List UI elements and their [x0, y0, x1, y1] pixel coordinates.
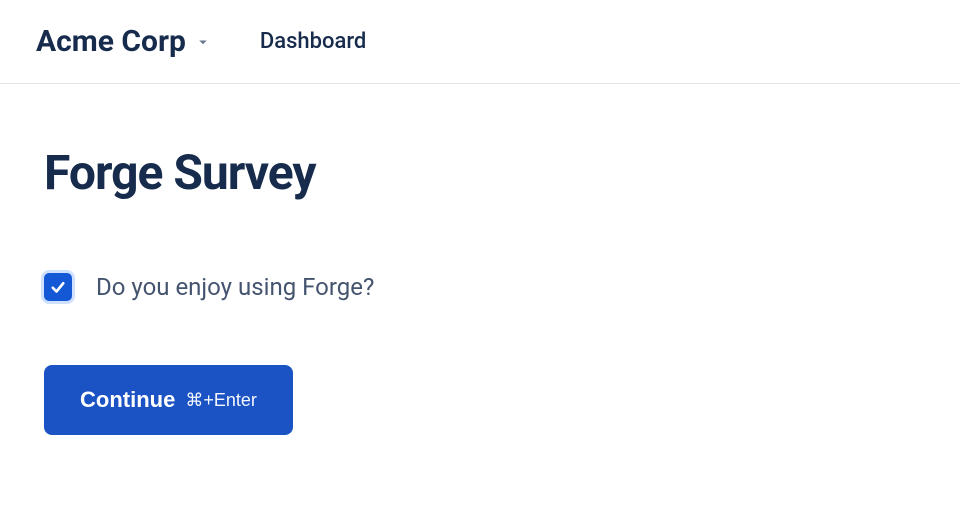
keyboard-hint: ⌘+Enter: [185, 390, 257, 411]
nav-dashboard[interactable]: Dashboard: [260, 29, 366, 54]
org-switcher[interactable]: Acme Corp: [36, 24, 212, 59]
chevron-down-icon: [194, 33, 212, 51]
continue-button-label: Continue: [80, 387, 175, 413]
survey-question-row: Do you enjoy using Forge?: [44, 273, 916, 301]
check-icon: [49, 278, 67, 296]
continue-button[interactable]: Continue ⌘+Enter: [44, 365, 293, 435]
org-name: Acme Corp: [36, 24, 186, 59]
header: Acme Corp Dashboard: [0, 0, 960, 84]
main-content: Forge Survey Do you enjoy using Forge? C…: [0, 84, 960, 495]
survey-question-label: Do you enjoy using Forge?: [96, 273, 374, 301]
enjoy-forge-checkbox[interactable]: [44, 273, 72, 301]
page-title: Forge Survey: [44, 144, 916, 201]
